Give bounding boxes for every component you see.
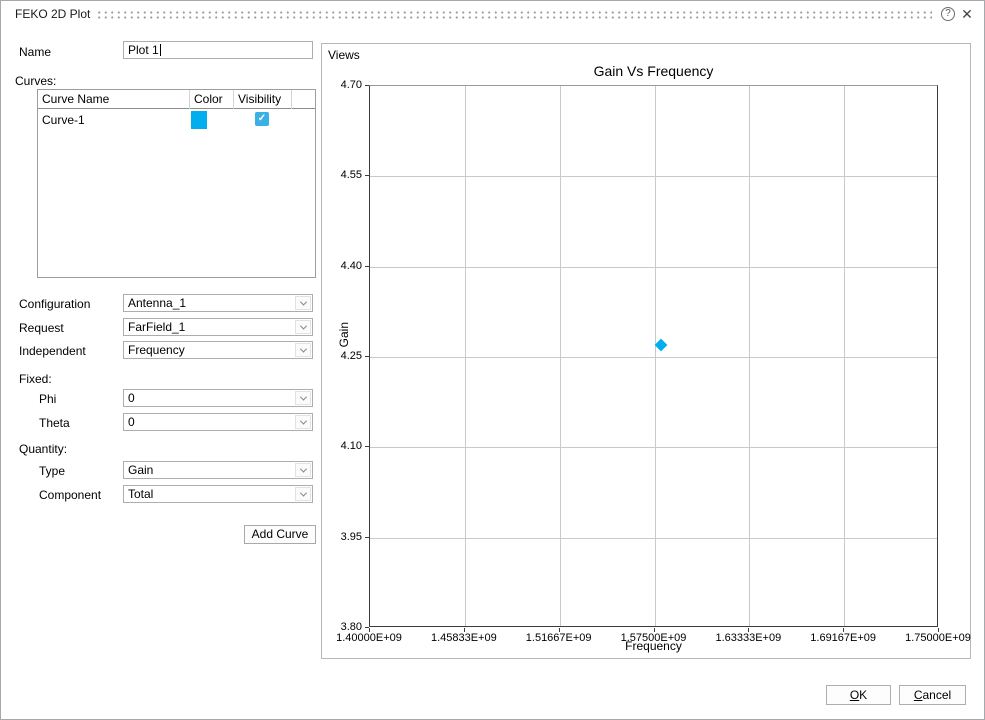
configuration-value: Antenna_1	[128, 296, 187, 310]
add-curve-button[interactable]: Add Curve	[244, 525, 316, 544]
titlebar[interactable]: FEKO 2D Plot ? ✕	[1, 1, 984, 27]
curve-name-cell: Curve-1	[42, 113, 85, 127]
chevron-down-icon[interactable]	[295, 320, 311, 334]
x-axis-label: Frequency	[625, 639, 682, 653]
theta-label: Theta	[39, 416, 70, 430]
phi-select[interactable]: 0	[123, 389, 313, 407]
name-input-value: Plot 1	[128, 43, 159, 57]
text-caret	[159, 44, 161, 56]
column-header-visibility[interactable]: Visibility	[234, 90, 292, 109]
data-point-marker[interactable]	[654, 338, 668, 352]
gridline	[654, 86, 656, 626]
request-select[interactable]: FarField_1	[123, 318, 313, 336]
chevron-down-icon[interactable]	[295, 463, 311, 477]
component-label: Component	[39, 488, 102, 502]
curves-label: Curves:	[15, 74, 57, 88]
check-icon: ✓	[257, 113, 267, 124]
independent-select[interactable]: Frequency	[123, 341, 313, 359]
request-value: FarField_1	[128, 320, 186, 334]
table-row[interactable]: Curve-1 ✓	[38, 109, 315, 131]
y-tick-mark	[365, 627, 369, 628]
gridline	[370, 447, 937, 449]
y-tick-mark	[365, 356, 369, 357]
window-title: FEKO 2D Plot	[15, 7, 91, 21]
gridline	[370, 357, 937, 358]
visibility-checkbox[interactable]: ✓	[255, 112, 269, 126]
name-label: Name	[19, 45, 52, 59]
gridline	[370, 176, 937, 178]
gridline	[844, 86, 846, 626]
column-header-curve-name[interactable]: Curve Name	[38, 90, 190, 109]
name-input[interactable]: Plot 1	[123, 41, 313, 59]
views-panel: Views Gain Vs Frequency 1.40000E+09 1.458…	[321, 43, 971, 659]
theta-select[interactable]: 0	[123, 413, 313, 431]
feko-2d-plot-dialog: FEKO 2D Plot ? ✕ Name Plot 1 Curves: Cur…	[0, 0, 985, 720]
y-tick-mark	[365, 265, 369, 267]
y-tick-label: 3.80	[340, 621, 362, 633]
gridline	[464, 86, 466, 626]
curves-table: Curve Name Color Visibility Curve-1 ✓	[37, 89, 316, 278]
type-label: Type	[39, 464, 66, 478]
y-tick-mark	[365, 85, 369, 86]
y-tick-mark	[365, 175, 369, 177]
views-label: Views	[328, 48, 360, 62]
drag-handle-dots[interactable]	[96, 10, 932, 19]
gridline	[749, 86, 751, 626]
component-value: Total	[128, 487, 154, 501]
chevron-down-icon[interactable]	[295, 391, 311, 405]
chevron-down-icon[interactable]	[295, 296, 311, 310]
gridline	[370, 266, 937, 268]
plot-area[interactable]	[369, 85, 938, 627]
type-select[interactable]: Gain	[123, 461, 313, 479]
curve-color-swatch[interactable]	[191, 111, 207, 129]
gridline	[559, 86, 561, 626]
y-axis-label: Gain	[337, 322, 351, 348]
quantity-section-label: Quantity:	[19, 442, 68, 456]
component-select[interactable]: Total	[123, 485, 313, 503]
configuration-label: Configuration	[19, 297, 91, 311]
chevron-down-icon[interactable]	[295, 343, 311, 357]
y-tick-mark	[365, 536, 369, 538]
curves-table-header: Curve Name Color Visibility	[38, 90, 315, 109]
column-header-filler	[292, 90, 315, 109]
help-icon[interactable]: ?	[941, 7, 955, 21]
independent-label: Independent	[19, 344, 86, 358]
fixed-section-label: Fixed:	[19, 372, 52, 386]
cancel-button[interactable]: Cancel	[899, 685, 966, 705]
theta-value: 0	[128, 415, 135, 429]
type-value: Gain	[128, 463, 154, 477]
request-label: Request	[19, 321, 64, 335]
phi-value: 0	[128, 391, 135, 405]
independent-value: Frequency	[128, 343, 185, 357]
column-header-color[interactable]: Color	[190, 90, 234, 109]
ok-button[interactable]: OK	[826, 685, 891, 705]
configuration-select[interactable]: Antenna_1	[123, 294, 313, 312]
close-icon[interactable]: ✕	[958, 5, 976, 23]
chevron-down-icon[interactable]	[295, 415, 311, 429]
phi-label: Phi	[39, 392, 57, 406]
chevron-down-icon[interactable]	[295, 487, 311, 501]
y-tick-mark	[365, 446, 369, 448]
gridline	[370, 537, 937, 539]
chart-title: Gain Vs Frequency	[593, 63, 714, 79]
